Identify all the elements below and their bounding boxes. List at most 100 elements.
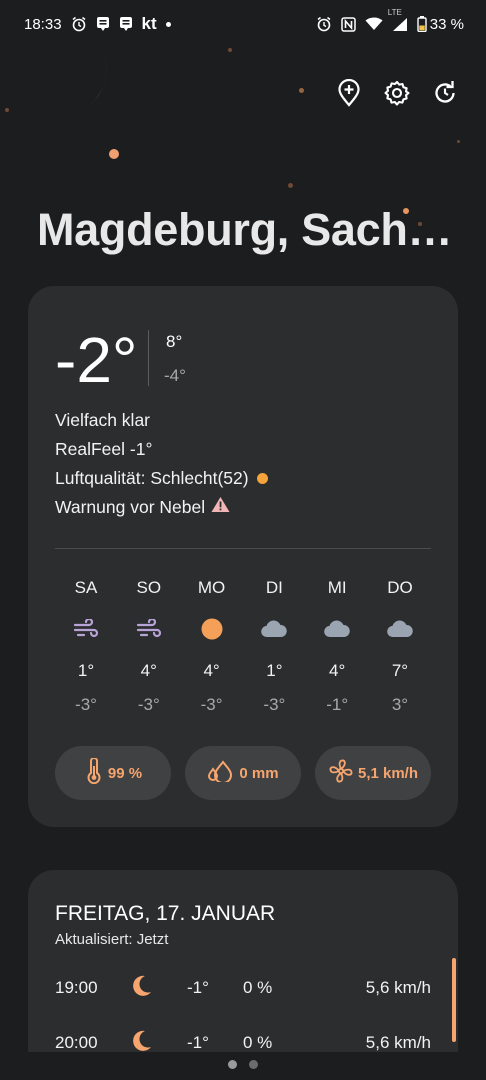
day-name: MO	[197, 578, 226, 597]
day-high: 4°	[329, 661, 346, 680]
current-weather-card[interactable]: -2° 8° -4° Vielfach klar RealFeel -1° Lu…	[28, 286, 458, 827]
forecast-day[interactable]: SO 4° -3°	[118, 578, 180, 722]
realfeel-label: RealFeel -1°	[55, 439, 153, 459]
air-quality-label: Luftqualität: Schlecht(52)	[55, 468, 249, 488]
weather-warning[interactable]: Warnung vor Nebel	[55, 493, 268, 522]
detail-pills: 99 % 0 mm 5,1 km/h	[55, 746, 431, 800]
day-low: -3°	[200, 695, 223, 714]
today-low: -4°	[164, 366, 186, 385]
day-name: SO	[136, 578, 162, 597]
precipitation-value: 0 mm	[239, 764, 279, 782]
hourly-scrollbar[interactable]	[452, 958, 456, 1042]
wifi-icon	[365, 17, 383, 31]
day-low: -1°	[326, 695, 349, 714]
day-low: -3°	[137, 695, 160, 714]
day-high: 4°	[140, 661, 157, 680]
refresh-icon	[432, 80, 458, 111]
forecast-day[interactable]: SA 1° -3°	[55, 578, 117, 722]
hour-wind: 5,6 km/h	[365, 978, 431, 997]
cloud-icon	[386, 604, 414, 654]
notification-icon	[96, 16, 110, 32]
thermometer-icon	[84, 757, 104, 788]
status-bar-left: 18:33 kt	[24, 14, 171, 34]
hour-temperature: -1°	[187, 978, 209, 997]
cloud-icon	[323, 604, 351, 654]
day-name: SA	[74, 578, 98, 597]
page-dot[interactable]	[249, 1060, 258, 1069]
last-updated: Aktualisiert: Jetzt	[55, 931, 169, 948]
hour-temperature: -1°	[187, 1033, 209, 1052]
hourly-date-title: FREITAG, 17. JANUAR	[55, 902, 276, 925]
day-name: DI	[265, 578, 283, 597]
day-high: 4°	[203, 661, 220, 680]
settings-button[interactable]	[382, 76, 412, 114]
gear-icon	[384, 80, 410, 111]
humidity-value: 99 %	[107, 764, 143, 782]
page-dot-active[interactable]	[228, 1060, 237, 1069]
forecast-day[interactable]: DI 1° -3°	[243, 578, 305, 722]
condition-label: Vielfach klar	[55, 410, 151, 430]
refresh-button[interactable]	[430, 76, 460, 114]
temperature-divider	[148, 330, 149, 386]
day-high: 1°	[77, 661, 95, 680]
hour-time: 19:00	[55, 978, 98, 997]
top-actions	[334, 76, 460, 114]
star	[299, 88, 304, 93]
forecast-day[interactable]: MO 4° -3°	[181, 578, 243, 722]
nfc-icon	[341, 16, 356, 32]
page-indicator	[0, 1060, 486, 1069]
current-details: Vielfach klar RealFeel -1° Luftqualität:…	[55, 406, 268, 522]
air-quality[interactable]: Luftqualität: Schlecht(52)	[55, 464, 268, 493]
star	[109, 149, 119, 159]
add-location-icon	[337, 78, 361, 112]
star	[5, 108, 9, 112]
status-bar-right: LTE 33 %	[316, 8, 464, 33]
status-time: 18:33	[24, 15, 62, 33]
wind-icon	[136, 604, 162, 654]
warning-icon	[211, 493, 230, 522]
condition-text: Vielfach klar	[55, 406, 268, 435]
day-low: -3°	[263, 695, 286, 714]
daily-forecast[interactable]: SA 1° -3° SO 4° -3° MO 4° -3° DI 1° -3° …	[55, 578, 431, 722]
network-type: LTE	[387, 7, 402, 17]
air-quality-indicator-icon	[256, 473, 268, 484]
day-name: DO	[387, 578, 413, 597]
city-name[interactable]: Magdeburg, Sach…	[37, 204, 457, 256]
battery-icon	[417, 16, 427, 32]
star	[457, 140, 460, 143]
battery-percent: 33 %	[429, 15, 464, 33]
day-high: 1°	[266, 661, 283, 680]
status-carrier-text: kt	[141, 14, 157, 33]
raindrops-icon	[207, 760, 235, 786]
add-location-button[interactable]	[334, 76, 364, 114]
day-low: 3°	[391, 695, 409, 714]
card-bottom-edge	[28, 1052, 458, 1060]
wind-pill[interactable]: 5,1 km/h	[315, 746, 431, 800]
hourly-forecast-card[interactable]: FREITAG, 17. JANUAR Aktualisiert: Jetzt …	[28, 870, 458, 1060]
hour-precipitation: 0 %	[243, 1033, 273, 1052]
day-name: MI	[327, 578, 347, 597]
realfeel-text: RealFeel -1°	[55, 435, 268, 464]
wind-icon	[73, 604, 99, 654]
today-high: 8°	[166, 332, 183, 351]
star	[288, 183, 293, 188]
more-notifications-dot	[165, 21, 171, 27]
day-high: 7°	[391, 661, 409, 680]
precipitation-pill[interactable]: 0 mm	[185, 746, 301, 800]
fan-icon	[328, 758, 354, 788]
hourly-row[interactable]: 19:00 -1° 0 % 5,6 km/h	[55, 974, 431, 1004]
humidity-pill[interactable]: 99 %	[55, 746, 171, 800]
card-divider	[55, 548, 431, 549]
warning-label: Warnung vor Nebel	[55, 497, 206, 517]
alarm-icon	[71, 16, 87, 32]
moon-icon	[131, 974, 153, 1003]
current-temperature: -2°	[55, 324, 138, 396]
notification-icon	[119, 16, 133, 32]
forecast-day[interactable]: DO 7° 3°	[369, 578, 431, 722]
wind-value: 5,1 km/h	[357, 764, 419, 782]
forecast-day[interactable]: MI 4° -1°	[306, 578, 368, 722]
signal-icon: LTE	[388, 8, 408, 32]
moon-illustration	[18, 36, 118, 136]
day-low: -3°	[75, 695, 97, 714]
alarm-icon	[316, 16, 332, 32]
